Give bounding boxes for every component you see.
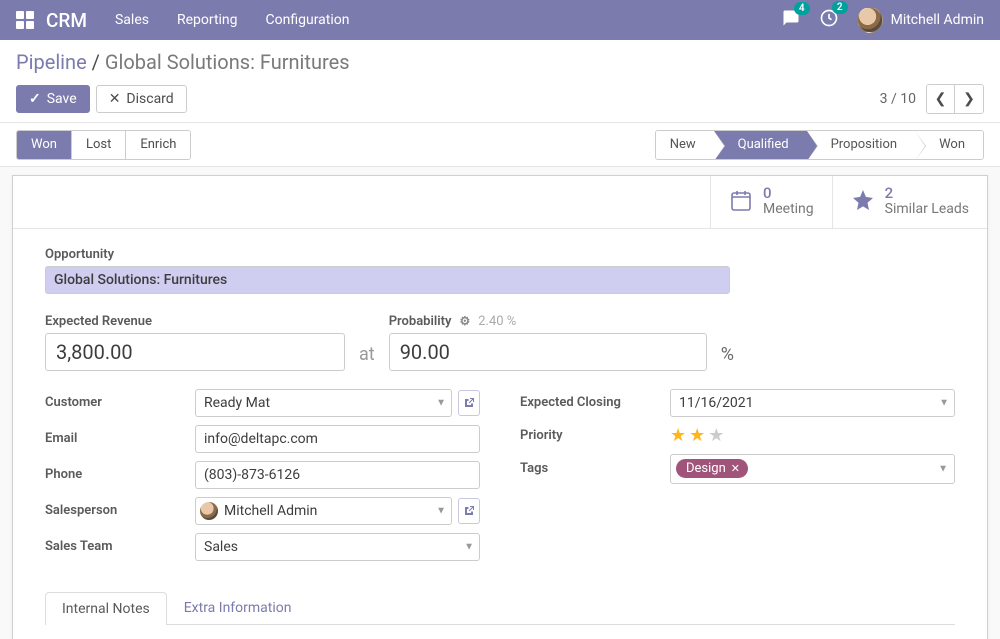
- discard-button[interactable]: Discard: [96, 85, 187, 113]
- form-wrap: 0Meeting 2Similar Leads Opportunity Expe…: [0, 167, 1000, 639]
- form-body: Opportunity Expected Revenue at Probabil…: [13, 229, 987, 639]
- priority-stars[interactable]: ★ ★ ★: [670, 425, 955, 446]
- breadcrumb-sep: /: [92, 50, 105, 74]
- salesperson-label: Salesperson: [45, 503, 195, 518]
- stage-bar: New Qualified Proposition Won: [655, 130, 984, 160]
- page-title: Global Solutions: Furnitures: [105, 50, 350, 74]
- star-icon[interactable]: ★: [670, 425, 686, 446]
- tab-extra-information[interactable]: Extra Information: [167, 591, 309, 624]
- chevron-down-icon: ▼: [938, 463, 948, 474]
- apps-icon[interactable]: [16, 11, 34, 29]
- form-sheet: 0Meeting 2Similar Leads Opportunity Expe…: [12, 175, 988, 639]
- priority-label: Priority: [520, 428, 670, 443]
- stage-qualified[interactable]: Qualified: [714, 131, 807, 159]
- brand[interactable]: CRM: [46, 9, 87, 32]
- user-menu[interactable]: Mitchell Admin: [857, 7, 984, 33]
- percent-label: %: [721, 344, 734, 365]
- statbox-meeting[interactable]: 0Meeting: [710, 176, 832, 228]
- breadcrumb-root[interactable]: Pipeline: [16, 50, 87, 74]
- tab-internal-notes[interactable]: Internal Notes: [45, 592, 167, 625]
- pager-prev[interactable]: ❮: [927, 85, 955, 113]
- gear-icon[interactable]: ⚙: [459, 314, 470, 328]
- revenue-label: Expected Revenue: [45, 314, 345, 329]
- closing-label: Expected Closing: [520, 395, 670, 410]
- email-label: Email: [45, 431, 195, 446]
- star-icon[interactable]: ★: [708, 425, 724, 446]
- closing-input[interactable]: [670, 389, 955, 417]
- stage-proposition[interactable]: Proposition: [807, 131, 916, 159]
- probability-hint: 2.40 %: [478, 314, 516, 329]
- close-icon: [109, 91, 121, 107]
- customer-label: Customer: [45, 395, 195, 410]
- avatar-icon: [200, 502, 218, 520]
- stage-new[interactable]: New: [656, 131, 714, 159]
- lost-button[interactable]: Lost: [71, 131, 125, 159]
- customer-input[interactable]: [195, 389, 452, 417]
- similar-count: 2: [885, 186, 969, 201]
- revenue-at-label: at: [359, 344, 375, 365]
- form-col-left: Customer ▼ Email Phone: [45, 389, 480, 569]
- tag-remove-icon[interactable]: ✕: [731, 462, 740, 475]
- won-button[interactable]: Won: [17, 131, 71, 159]
- tag-design: Design✕: [676, 459, 748, 478]
- stat-boxes: 0Meeting 2Similar Leads: [13, 176, 987, 229]
- breadcrumb: Pipeline / Global Solutions: Furnitures: [16, 50, 984, 74]
- external-link-icon[interactable]: [458, 498, 480, 524]
- messages-icon[interactable]: 4: [781, 9, 801, 31]
- meeting-label: Meeting: [763, 201, 814, 218]
- phone-input[interactable]: [195, 461, 480, 489]
- salesperson-input[interactable]: [195, 497, 452, 525]
- tags-input[interactable]: Design✕ ▼: [670, 454, 955, 484]
- probability-input[interactable]: [389, 333, 707, 371]
- external-link-icon[interactable]: [458, 390, 480, 416]
- menu-configuration[interactable]: Configuration: [266, 12, 350, 28]
- pager-position: 3 / 10: [880, 91, 916, 107]
- activities-icon[interactable]: 2: [819, 8, 839, 32]
- save-button[interactable]: Save: [16, 85, 90, 113]
- similar-label: Similar Leads: [885, 201, 969, 218]
- menu-sales[interactable]: Sales: [115, 12, 149, 28]
- top-navbar: CRM Sales Reporting Configuration 4 2 Mi…: [0, 0, 1000, 40]
- team-input[interactable]: [195, 533, 480, 561]
- enrich-button[interactable]: Enrich: [125, 131, 190, 159]
- star-icon[interactable]: ★: [689, 425, 705, 446]
- form-col-right: Expected Closing ▼ Priority ★ ★ ★ Tags: [520, 389, 955, 569]
- meeting-count: 0: [763, 186, 814, 201]
- status-row: Won Lost Enrich New Qualified Propositio…: [0, 123, 1000, 167]
- probability-label: Probability: [389, 314, 452, 329]
- email-input[interactable]: [195, 425, 480, 453]
- revenue-input[interactable]: [45, 333, 345, 371]
- tags-label: Tags: [520, 461, 670, 476]
- calendar-icon: [729, 188, 753, 216]
- pager: 3 / 10 ❮ ❯: [880, 84, 984, 114]
- state-buttons: Won Lost Enrich: [16, 130, 191, 160]
- check-icon: [29, 91, 41, 107]
- avatar: [857, 7, 883, 33]
- opportunity-label: Opportunity: [45, 247, 955, 262]
- activities-badge: 2: [832, 1, 848, 14]
- star-icon: [851, 188, 875, 216]
- team-label: Sales Team: [45, 539, 195, 554]
- form-tabs: Internal Notes Extra Information: [45, 591, 955, 625]
- opportunity-input[interactable]: [45, 266, 730, 294]
- page-header: Pipeline / Global Solutions: Furnitures …: [0, 40, 1000, 123]
- messages-badge: 4: [794, 2, 810, 15]
- main-menu: Sales Reporting Configuration: [115, 12, 350, 28]
- pager-next[interactable]: ❯: [955, 85, 983, 113]
- menu-reporting[interactable]: Reporting: [177, 12, 238, 28]
- user-name: Mitchell Admin: [891, 12, 984, 28]
- phone-label: Phone: [45, 467, 195, 482]
- statbox-similar[interactable]: 2Similar Leads: [832, 176, 987, 228]
